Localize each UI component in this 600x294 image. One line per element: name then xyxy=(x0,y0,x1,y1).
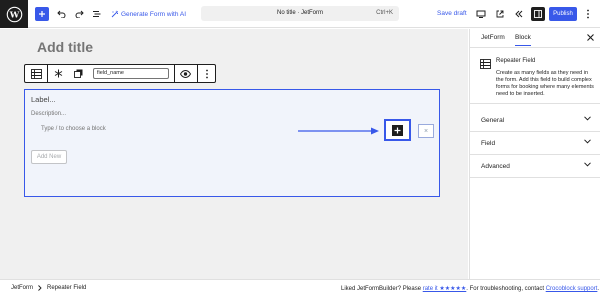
undo-button[interactable] xyxy=(55,6,67,22)
post-title-input[interactable]: Add title xyxy=(37,39,93,55)
generate-form-ai-button[interactable]: Generate Form with AI xyxy=(111,6,186,22)
block-toolbar: field_name xyxy=(24,64,216,83)
redo-icon xyxy=(75,10,84,18)
settings-sidebar-toggle[interactable] xyxy=(531,7,545,21)
asterisk-button[interactable] xyxy=(51,65,65,82)
undo-icon xyxy=(56,10,65,18)
repeater-label-input[interactable]: Label... xyxy=(31,95,56,104)
panel-field-label: Field xyxy=(481,140,496,147)
add-block-button[interactable] xyxy=(384,119,411,141)
collapse-button[interactable] xyxy=(513,6,525,22)
block-options-button[interactable] xyxy=(201,65,213,82)
wordpress-icon: W xyxy=(6,6,22,22)
breadcrumb-separator-icon xyxy=(38,285,42,293)
view-post-button[interactable] xyxy=(494,6,506,22)
copy-icon xyxy=(73,69,82,78)
breadcrumb-jetform[interactable]: JetForm xyxy=(11,285,33,291)
rate-it-link[interactable]: rate it ★★★★★ xyxy=(423,286,467,292)
publish-button[interactable]: Publish xyxy=(549,7,577,21)
copy-button[interactable] xyxy=(71,65,85,82)
chevron-down-icon xyxy=(584,116,591,123)
repeater-description-input[interactable]: Description... xyxy=(31,111,66,117)
panel-field[interactable]: Field xyxy=(470,132,600,155)
panel-advanced-label: Advanced xyxy=(481,163,510,170)
block-type-button[interactable] xyxy=(27,65,45,82)
repeater-field-block[interactable]: Label... Description... Type / to choose… xyxy=(24,89,440,197)
footer-msg-middle: . For troubleshooting, contact xyxy=(466,286,546,292)
magic-wand-icon xyxy=(111,10,118,18)
block-card-title: Repeater Field xyxy=(496,58,536,64)
repeater-block-icon xyxy=(480,56,491,74)
desktop-icon xyxy=(476,10,486,18)
repeater-block-icon xyxy=(30,68,42,79)
chevrons-left-icon xyxy=(515,10,523,18)
add-new-button[interactable]: Add New xyxy=(31,150,67,164)
document-overview-button[interactable] xyxy=(90,6,102,22)
footer-message: Liked JetFormBuilder? Please rate it ★★★… xyxy=(341,285,599,292)
command-shortcut: Ctrl+K xyxy=(376,10,393,16)
generate-form-ai-label: Generate Form with AI xyxy=(121,10,187,18)
close-icon xyxy=(587,34,594,41)
field-name-input[interactable]: field_name xyxy=(93,68,169,79)
block-inserter-button[interactable] xyxy=(35,7,49,21)
panel-general-label: General xyxy=(481,117,505,124)
plus-icon xyxy=(394,127,401,133)
breadcrumb-repeater-field[interactable]: Repeater Field xyxy=(47,285,86,291)
toolbar-divider xyxy=(197,65,198,82)
tab-jetform[interactable]: JetForm xyxy=(481,34,505,41)
remove-row-button[interactable]: × xyxy=(418,124,434,138)
command-palette-bar[interactable]: No title · JetForm Ctrl+K xyxy=(201,6,399,21)
chevron-down-icon xyxy=(584,162,591,169)
list-view-icon xyxy=(92,11,100,17)
options-menu-button[interactable] xyxy=(582,6,594,22)
eye-icon xyxy=(179,69,191,78)
sidebar-tabs: JetForm Block xyxy=(470,29,600,48)
toolbar-divider xyxy=(47,65,48,82)
more-vertical-icon xyxy=(587,9,589,19)
block-appender-placeholder[interactable]: Type / to choose a block xyxy=(41,126,106,132)
editor-canvas: Add title field_name Label... Descriptio… xyxy=(0,29,468,279)
external-link-icon xyxy=(496,10,504,18)
svg-text:W: W xyxy=(8,10,19,20)
visibility-button[interactable] xyxy=(177,65,193,82)
wordpress-logo-button[interactable]: W xyxy=(0,0,28,28)
panel-advanced[interactable]: Advanced xyxy=(470,155,600,178)
editor-footer: JetForm Repeater Field Liked JetFormBuil… xyxy=(0,279,600,294)
settings-sidebar: JetForm Block Repeater Field Create as m… xyxy=(469,29,600,279)
block-card: Repeater Field Create as many fields as … xyxy=(470,49,600,104)
redo-button[interactable] xyxy=(73,6,85,22)
plus-icon xyxy=(39,11,45,17)
editor-header: W Generate Form with AI No title · JetFo… xyxy=(0,0,600,28)
block-card-description: Create as many fields as they need in th… xyxy=(496,70,594,97)
chevron-down-icon xyxy=(584,139,591,146)
document-title: No title · JetForm xyxy=(276,10,323,16)
sidebar-icon xyxy=(534,10,542,18)
panel-general[interactable]: General xyxy=(470,109,600,132)
footer-msg-suffix: . xyxy=(597,286,600,292)
save-draft-button[interactable]: Save draft xyxy=(437,10,467,17)
footer-msg-prefix: Liked JetFormBuilder? Please xyxy=(341,286,423,292)
crocoblock-support-link[interactable]: Crocoblock support xyxy=(546,286,598,292)
asterisk-icon xyxy=(54,69,62,78)
close-sidebar-button[interactable] xyxy=(587,33,594,43)
preview-button[interactable] xyxy=(475,6,487,22)
tab-block[interactable]: Block xyxy=(515,34,531,46)
plus-icon-box xyxy=(392,124,403,136)
more-vertical-icon xyxy=(206,69,208,78)
toolbar-divider xyxy=(174,65,175,82)
annotation-arrow xyxy=(298,127,379,135)
